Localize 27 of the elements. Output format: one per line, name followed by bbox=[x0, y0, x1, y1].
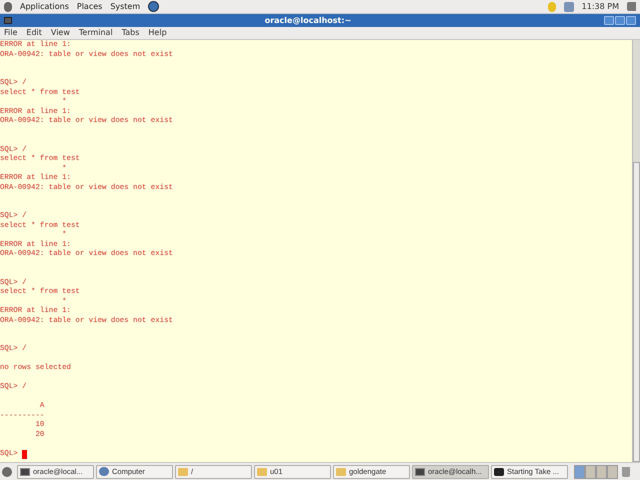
workspace-button[interactable] bbox=[596, 464, 607, 478]
menu-item[interactable]: File bbox=[4, 27, 18, 39]
window-menu-icon[interactable] bbox=[4, 17, 12, 24]
panel-menu[interactable]: Applications bbox=[20, 0, 69, 12]
trash-icon[interactable] bbox=[622, 466, 630, 476]
menu-item[interactable]: Help bbox=[148, 27, 167, 39]
minimize-button[interactable] bbox=[604, 16, 614, 25]
folder-icon bbox=[257, 468, 267, 476]
window-title: oracle@localhost:~ bbox=[264, 14, 352, 26]
workspace-button[interactable] bbox=[574, 464, 585, 478]
terminal-icon bbox=[415, 468, 425, 476]
folder-icon bbox=[336, 468, 346, 476]
folder-icon bbox=[178, 468, 188, 476]
menu-item[interactable]: Edit bbox=[26, 27, 42, 39]
close-button[interactable] bbox=[626, 16, 636, 25]
workspace-button[interactable] bbox=[607, 464, 618, 478]
menu-item[interactable]: Terminal bbox=[78, 27, 113, 39]
menu-item[interactable]: View bbox=[50, 27, 70, 39]
terminal-icon bbox=[20, 468, 30, 476]
clock[interactable]: 11:38 PM bbox=[582, 0, 619, 12]
workspace-button[interactable] bbox=[585, 464, 596, 478]
scrollbar[interactable] bbox=[632, 40, 640, 462]
text-cursor bbox=[22, 450, 28, 459]
panel-menu[interactable]: Places bbox=[76, 0, 102, 12]
menu-item[interactable]: Tabs bbox=[122, 27, 140, 39]
panel-menu[interactable]: System bbox=[110, 0, 140, 12]
maximize-button[interactable] bbox=[615, 16, 625, 25]
